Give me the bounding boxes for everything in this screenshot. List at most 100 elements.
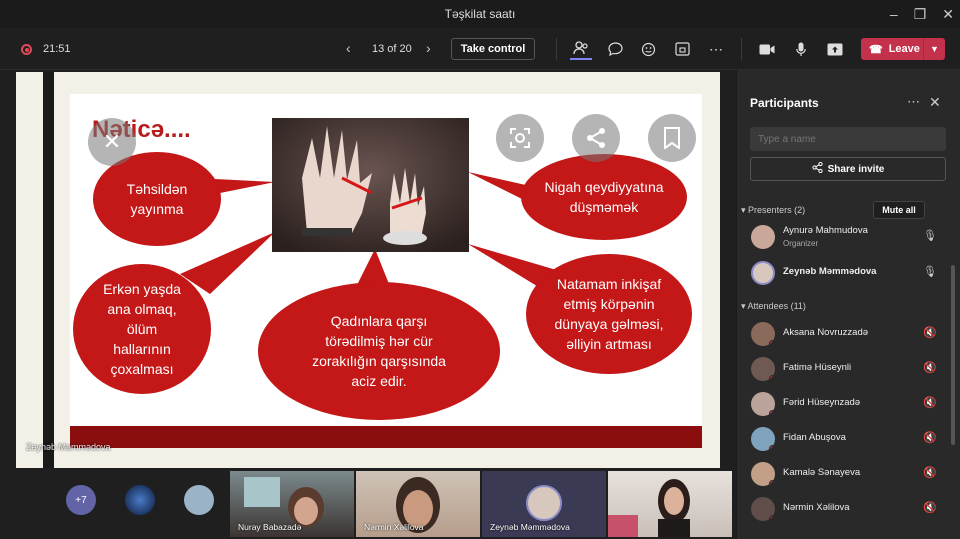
recording-icon bbox=[21, 44, 32, 55]
slide-frame: Nəticə.... Təhsildən yayınma Nigah qeydi… bbox=[16, 72, 720, 468]
avatar bbox=[751, 261, 775, 285]
share-screen-icon[interactable] bbox=[824, 38, 846, 60]
toolbar-divider bbox=[556, 38, 557, 60]
presenters-section-header[interactable]: ▾ Presenters (2) bbox=[741, 205, 805, 216]
more-options-icon[interactable]: ⋯ bbox=[907, 94, 920, 110]
participants-title: Participants bbox=[750, 96, 819, 110]
presenter-name-label: Zeynəb Məmmədova bbox=[26, 442, 111, 452]
minimize-icon[interactable]: – bbox=[890, 6, 898, 22]
bubble-violence-text: Qadınlara qarşı törədilmiş hər cür zorak… bbox=[312, 313, 446, 389]
microphone-muted-icon: 🔇 bbox=[923, 397, 937, 409]
take-control-button[interactable]: Take control bbox=[451, 38, 535, 60]
avatar bbox=[751, 392, 775, 416]
participants-scrollbar[interactable] bbox=[951, 265, 955, 445]
rooms-icon[interactable] bbox=[671, 38, 693, 60]
avatar bbox=[751, 427, 775, 451]
share-invite-label: Share invite bbox=[827, 163, 885, 175]
microphone-icon: 🎙 bbox=[923, 266, 937, 278]
bubble-marriage-registration: Nigah qeydiyyatına düşməmək bbox=[521, 154, 687, 240]
toolbar-divider bbox=[741, 38, 742, 60]
avatar bbox=[751, 497, 775, 521]
avatar bbox=[751, 357, 775, 381]
microphone-muted-icon: 🔇 bbox=[923, 467, 937, 479]
participant-name: Zeynəb Məmmədova bbox=[783, 266, 877, 277]
attendees-section-header[interactable]: ▾ Attendees (11) bbox=[741, 301, 806, 312]
more-options-icon[interactable]: ⋯ bbox=[705, 38, 727, 60]
overflow-participants-count[interactable]: +7 bbox=[66, 485, 96, 515]
chat-icon[interactable] bbox=[604, 38, 626, 60]
chevron-down-icon: ▾ bbox=[741, 205, 746, 215]
restore-icon[interactable]: ❐ bbox=[914, 6, 927, 23]
microphone-muted-icon: 🔇 bbox=[923, 502, 937, 514]
meeting-timer: 21:51 bbox=[43, 43, 71, 55]
participant-name: Fərid Hüseynzadə bbox=[783, 397, 861, 408]
title-bar: Təşkilat saatı – ❐ ✕ bbox=[0, 0, 960, 28]
participant-name: Fidan Abuşova bbox=[783, 432, 846, 443]
slide-page-indicator: 13 of 20 bbox=[372, 43, 412, 55]
participant-row[interactable]: Kamalə Sənayeva 🔇 bbox=[751, 459, 947, 489]
avatar bbox=[751, 322, 775, 346]
avatar[interactable] bbox=[184, 485, 214, 515]
participant-row[interactable]: Fatimə Hüseynli 🔇 bbox=[751, 354, 947, 384]
participant-name: Aynurə Mahmudova bbox=[783, 225, 868, 236]
bubble-marriage-text: Nigah qeydiyyatına düşməmək bbox=[544, 179, 664, 215]
microphone-muted-icon: 🔇 bbox=[923, 327, 937, 339]
avatar bbox=[526, 485, 562, 521]
lens-scan-icon[interactable] bbox=[496, 114, 544, 162]
participants-panel: Participants ⋯ ✕ Share invite ▾ Presente… bbox=[736, 70, 960, 539]
video-tile[interactable]: Zeynəb Məmmədova bbox=[482, 471, 606, 537]
reactions-icon[interactable] bbox=[637, 38, 659, 60]
next-slide-icon[interactable]: › bbox=[426, 40, 431, 56]
participant-row[interactable]: Fərid Hüseynzadə 🔇 bbox=[751, 389, 947, 419]
share-invite-button[interactable]: Share invite bbox=[750, 157, 946, 181]
close-icon[interactable]: ✕ bbox=[929, 94, 941, 111]
bubble-early-motherhood-text: Erkən yaşda ana olmaq, ölüm hallarının ç… bbox=[103, 281, 181, 377]
close-window-icon[interactable]: ✕ bbox=[942, 6, 954, 23]
participant-row[interactable]: Aynurə Mahmudova Organizer 🎙 bbox=[751, 222, 947, 252]
participant-name: Aksana Novruzzadə bbox=[783, 327, 869, 338]
video-tile[interactable]: Nərmin Xəlilova bbox=[356, 471, 480, 537]
camera-icon[interactable] bbox=[756, 38, 778, 60]
status-badge bbox=[769, 375, 775, 381]
previous-slide-icon[interactable]: ‹ bbox=[346, 40, 351, 56]
window-title: Təşkilat saatı bbox=[444, 7, 516, 21]
hang-up-icon: ☎ bbox=[869, 43, 883, 56]
bubble-violence: Qadınlara qarşı törədilmiş hər cür zorak… bbox=[258, 282, 500, 420]
mute-all-button[interactable]: Mute all bbox=[873, 201, 925, 219]
shared-content-stage: Nəticə.... Təhsildən yayınma Nigah qeydi… bbox=[0, 70, 735, 469]
share-icon[interactable] bbox=[572, 114, 620, 162]
attendees-count: Attendees (11) bbox=[747, 301, 806, 311]
participant-row[interactable]: Fidan Abuşova 🔇 bbox=[751, 424, 947, 454]
video-tile-name: Zeynəb Məmmədova bbox=[490, 522, 570, 532]
leave-button[interactable]: ☎ Leave ▼ bbox=[861, 38, 945, 60]
status-badge bbox=[769, 515, 775, 521]
window-controls: – ❐ ✕ bbox=[890, 0, 954, 28]
slide-photo-hands bbox=[272, 118, 469, 252]
participant-row[interactable]: Aksana Novruzzadə 🔇 bbox=[751, 319, 947, 349]
participant-role: Organizer bbox=[783, 239, 819, 248]
bookmark-icon[interactable] bbox=[648, 114, 696, 162]
participant-row[interactable]: Zeynəb Məmmədova 🎙 bbox=[751, 258, 947, 288]
bubble-early-motherhood: Erkən yaşda ana olmaq, ölüm hallarının ç… bbox=[73, 264, 211, 394]
microphone-icon[interactable] bbox=[790, 38, 812, 60]
video-tile[interactable]: Nuray Babazadə bbox=[230, 471, 354, 537]
microphone-icon: 🎙 bbox=[923, 230, 937, 242]
bubble-disability: Natamam inkişaf etmiş körpənin dünyaya g… bbox=[526, 254, 692, 374]
status-badge bbox=[769, 340, 775, 346]
participant-row[interactable]: Nərmin Xəlilova 🔇 bbox=[751, 494, 947, 524]
search-participants-input[interactable] bbox=[750, 127, 946, 151]
status-badge bbox=[769, 445, 775, 451]
participant-name: Fatimə Hüseynli bbox=[783, 362, 852, 373]
avatar[interactable] bbox=[125, 485, 155, 515]
video-tile[interactable] bbox=[608, 471, 732, 537]
bubble-education: Təhsildən yayınma bbox=[93, 152, 221, 246]
bubble-education-text: Təhsildən yayınma bbox=[126, 181, 188, 217]
close-icon[interactable]: ✕ bbox=[88, 118, 136, 166]
chevron-down-icon[interactable]: ▼ bbox=[923, 38, 945, 60]
avatar bbox=[751, 462, 775, 486]
participants-icon[interactable] bbox=[570, 38, 592, 60]
microphone-muted-icon: 🔇 bbox=[923, 362, 937, 374]
presenters-count: Presenters (2) bbox=[748, 205, 806, 215]
microphone-muted-icon: 🔇 bbox=[923, 432, 937, 444]
slide-left-bar bbox=[43, 72, 54, 468]
